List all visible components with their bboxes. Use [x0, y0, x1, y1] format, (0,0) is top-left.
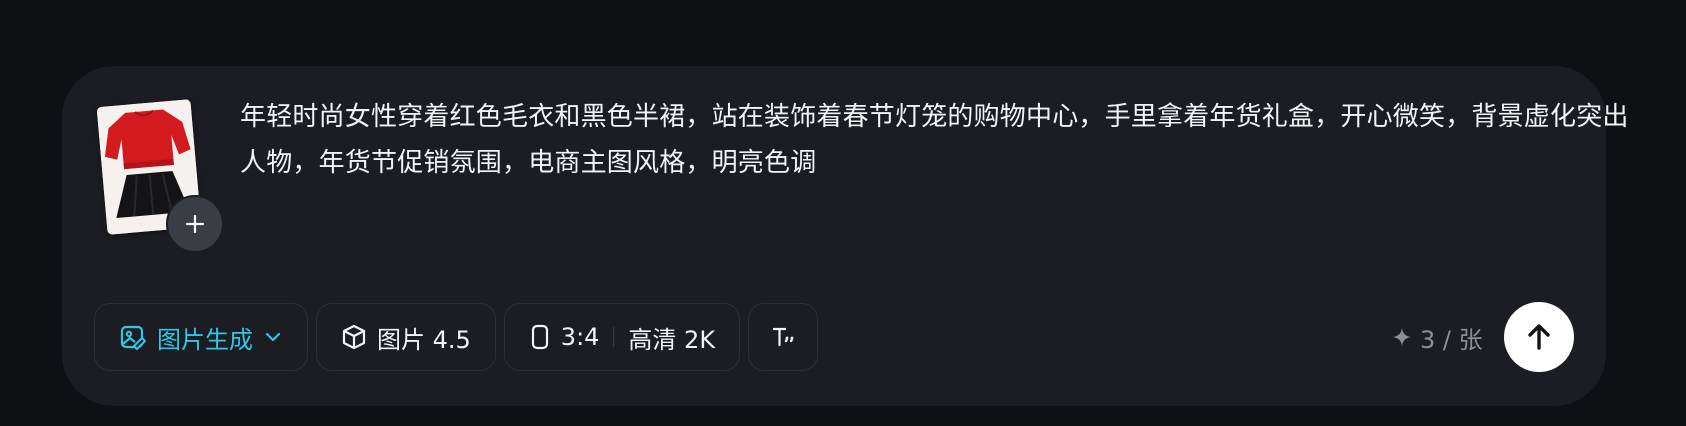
ratio-quality-button[interactable]: 3:4 高清 2K	[503, 303, 741, 371]
prompt-card: 年轻时尚女性穿着红色毛衣和黑色半裙，站在装饰着春节灯笼的购物中心，手里拿着年货礼…	[62, 66, 1628, 406]
arrow-up-icon	[1528, 324, 1550, 350]
cube-icon	[341, 324, 367, 350]
image-edit-icon	[119, 323, 147, 351]
plus-icon	[185, 214, 205, 234]
credit-cost: 3 / 张	[1392, 317, 1483, 357]
model-select-button[interactable]: 图片 4.5	[316, 303, 496, 371]
model-label: 图片 4.5	[377, 325, 471, 354]
add-attachment-button[interactable]	[166, 195, 224, 253]
ratio-label: 3:4	[560, 323, 600, 351]
credit-label: 3 / 张	[1420, 325, 1483, 354]
portrait-rect-icon	[529, 324, 551, 350]
prompt-input[interactable]: 年轻时尚女性穿着红色毛衣和黑色半裙，站在装饰着春节灯笼的购物中心，手里拿着年货礼…	[240, 94, 1630, 186]
toolbar: 图片生成 图片 4.5 3:4 高清 2K	[94, 303, 819, 373]
chevron-down-icon	[263, 327, 283, 347]
send-button[interactable]	[1504, 302, 1574, 372]
quality-label: 高清 2K	[628, 325, 716, 354]
divider	[613, 327, 615, 347]
mode-label: 图片生成	[157, 325, 253, 354]
mode-select-button[interactable]: 图片生成	[94, 303, 308, 371]
sparkle-icon	[1392, 327, 1412, 347]
text-style-icon	[771, 325, 795, 349]
text-style-button[interactable]	[748, 303, 819, 371]
